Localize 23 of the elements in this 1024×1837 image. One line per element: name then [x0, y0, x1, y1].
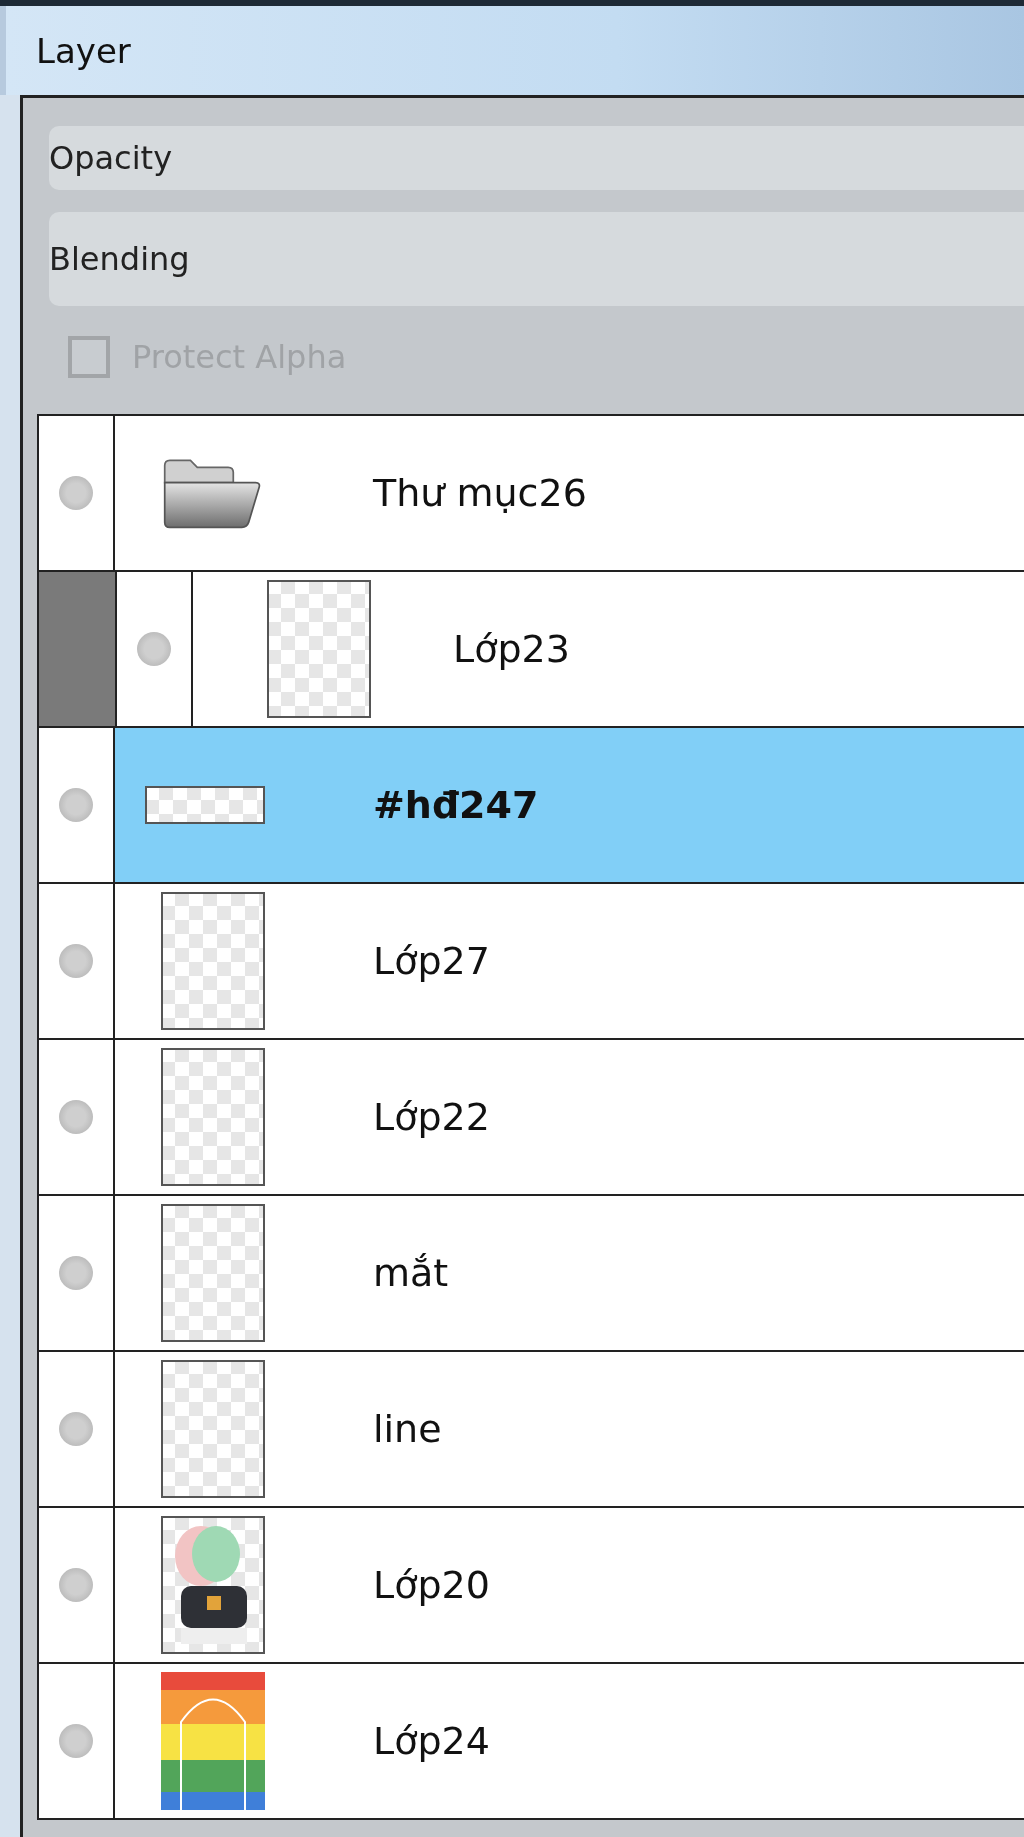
layer-name: Lớp22: [373, 1095, 490, 1139]
folder-icon: [161, 457, 261, 529]
visibility-toggle[interactable]: [59, 944, 93, 978]
visibility-toggle[interactable]: [59, 476, 93, 510]
slider-field[interactable]: Opacity: [49, 126, 1024, 190]
layer-name: #hđ247: [373, 783, 539, 827]
layer-name: Thư mục26: [373, 471, 587, 515]
layer-name: Lớp27: [373, 939, 490, 983]
visibility-toggle[interactable]: [59, 1724, 93, 1758]
layer-name: mắt: [373, 1251, 449, 1295]
visibility-toggle[interactable]: [59, 1100, 93, 1134]
visibility-toggle[interactable]: [59, 1256, 93, 1290]
slider-field[interactable]: Blending: [49, 212, 1024, 306]
layer-name: line: [373, 1407, 442, 1451]
visibility-toggle[interactable]: [59, 1412, 93, 1446]
layer-item[interactable]: #hđ247: [115, 728, 1024, 882]
visibility-toggle[interactable]: [59, 1568, 93, 1602]
window-title: Layer: [36, 30, 131, 71]
visibility-toggle[interactable]: [137, 632, 171, 666]
layer-name: Lớp23: [453, 627, 570, 671]
layer-name: Lớp24: [373, 1719, 490, 1763]
visibility-toggle[interactable]: [59, 788, 93, 822]
layer-name: Lớp20: [373, 1563, 490, 1607]
